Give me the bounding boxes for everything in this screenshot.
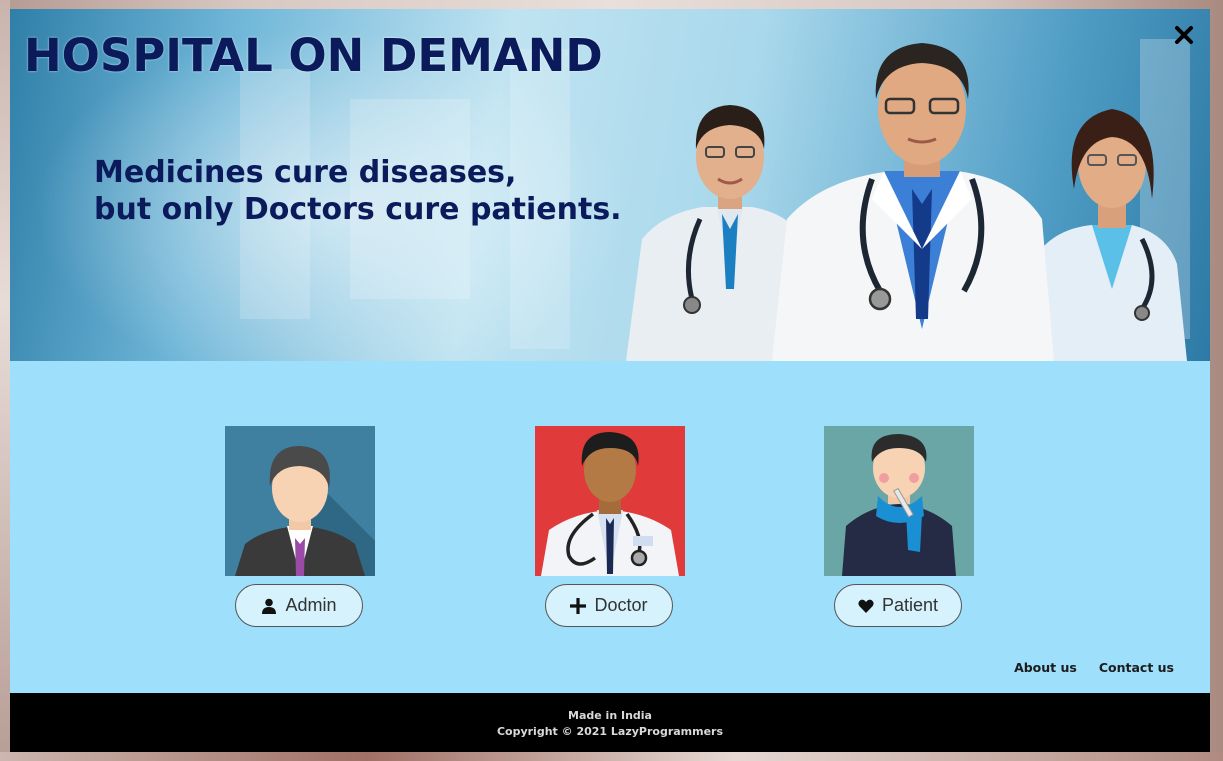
doctor-button-label: Doctor [594,595,648,615]
plus-icon [570,597,587,614]
role-card-admin: Admin [225,426,375,627]
heart-icon [858,599,874,613]
role-card-doctor: Doctor [535,426,685,627]
admin-button-label: Admin [285,595,337,615]
contact-us-link[interactable]: Contact us [1099,660,1174,675]
patient-avatar [824,426,974,576]
page-backdrop [0,0,10,761]
admin-button[interactable]: Admin [235,584,363,627]
patient-button-label: Patient [881,595,939,615]
close-button[interactable] [1172,23,1196,47]
made-in-text: Made in India [568,709,652,722]
tagline-line: but only Doctors cure patients. [94,192,622,227]
login-modal: HOSPITAL ON DEMAND Medicines cure diseas… [10,9,1210,752]
page-backdrop-bottom [0,752,1223,761]
close-icon [1175,26,1193,44]
user-icon [262,598,277,614]
footer-links: About us Contact us [1014,660,1174,675]
tagline: Medicines cure diseases, but only Doctor… [94,154,622,228]
doctor-avatar [535,426,685,576]
footer-bar: Made in India Copyright © 2021 LazyProgr… [10,693,1210,752]
copyright-text: Copyright © 2021 LazyProgrammers [496,725,724,738]
doctor-button[interactable]: Doctor [545,584,673,627]
patient-button[interactable]: Patient [834,584,962,627]
admin-avatar [225,426,375,576]
hero-banner: HOSPITAL ON DEMAND Medicines cure diseas… [10,9,1210,361]
role-card-patient: Patient [824,426,974,627]
about-us-link[interactable]: About us [1014,660,1077,675]
doctors-image [626,43,1187,361]
tagline-line: Medicines cure diseases, [94,155,517,190]
site-title: HOSPITAL ON DEMAND [24,29,603,82]
doctor-center [772,43,1054,361]
